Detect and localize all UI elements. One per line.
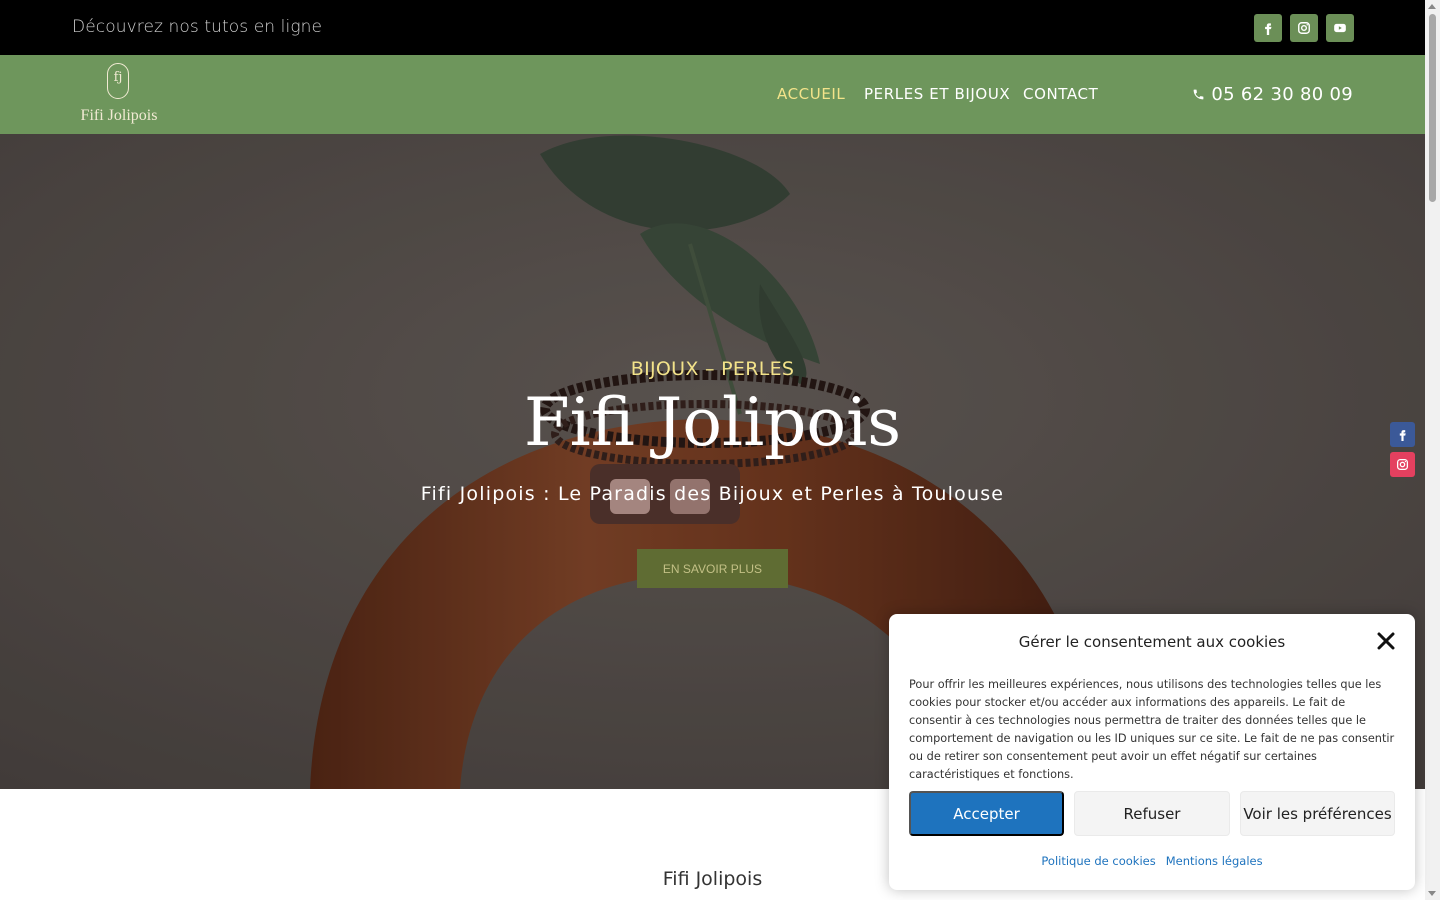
nav-item-accueil[interactable]: ACCUEIL <box>777 85 845 103</box>
hero-title: Fifi Jolipois <box>523 384 902 461</box>
hero-description: Fifi Jolipois : Le Paradis des Bijoux et… <box>420 483 1005 505</box>
facebook-icon <box>1399 430 1406 441</box>
cookie-title: Gérer le consentement aux cookies <box>1018 633 1286 651</box>
cookie-policy-link[interactable]: Politique de cookies <box>1041 854 1155 868</box>
topbar-facebook-button[interactable] <box>1254 14 1282 42</box>
floating-instagram-button[interactable] <box>1390 452 1415 477</box>
main-header: fj Fifi Jolipois ACCUEIL PERLES ET BIJOU… <box>0 55 1425 134</box>
floating-facebook-button[interactable] <box>1390 422 1415 447</box>
cookie-description: Pour offrir les meilleures expériences, … <box>909 678 1395 781</box>
refuse-cookies-button[interactable]: Refuser <box>1074 791 1230 836</box>
youtube-icon <box>1334 23 1346 33</box>
accept-cookies-button[interactable]: Accepter <box>909 791 1064 836</box>
nav-item-perles-et-bijoux[interactable]: PERLES ET BIJOUX <box>864 85 1010 103</box>
scroll-down-arrow-icon[interactable] <box>1428 891 1436 896</box>
page-scrollbar[interactable] <box>1425 0 1440 900</box>
scrollbar-thumb[interactable] <box>1429 14 1436 202</box>
site-logo[interactable]: fj Fifi Jolipois <box>78 61 160 129</box>
topbar-instagram-button[interactable] <box>1290 14 1318 42</box>
close-icon[interactable] <box>1377 632 1395 650</box>
logo-monogram: fj <box>113 70 123 85</box>
topbar-youtube-button[interactable] <box>1326 14 1354 42</box>
phone-link[interactable]: 05 62 30 80 09 <box>1192 84 1353 105</box>
topbar-tutorials-link[interactable]: Découvrez nos tutos en ligne <box>72 17 322 37</box>
view-preferences-button[interactable]: Voir les préférences <box>1240 791 1395 836</box>
legal-notice-link[interactable]: Mentions légales <box>1166 854 1263 868</box>
top-bar: Découvrez nos tutos en ligne <box>0 0 1425 55</box>
cookie-consent-dialog: Gérer le consentement aux cookies Pour o… <box>889 614 1415 890</box>
nav-item-contact[interactable]: CONTACT <box>1023 85 1098 103</box>
logo-text: Fifi Jolipois <box>80 107 158 124</box>
instagram-icon <box>1396 458 1409 471</box>
phone-number: 05 62 30 80 09 <box>1211 84 1353 105</box>
facebook-icon <box>1265 23 1272 35</box>
phone-icon <box>1194 89 1204 100</box>
instagram-icon <box>1298 22 1310 34</box>
cookie-links: Politique de cookies Mentions légales <box>889 854 1415 868</box>
learn-more-button[interactable]: EN SAVOIR PLUS <box>637 549 788 588</box>
scroll-up-arrow-icon[interactable] <box>1428 4 1436 9</box>
hero-subtitle: BIJOUX – PERLES <box>630 358 795 380</box>
